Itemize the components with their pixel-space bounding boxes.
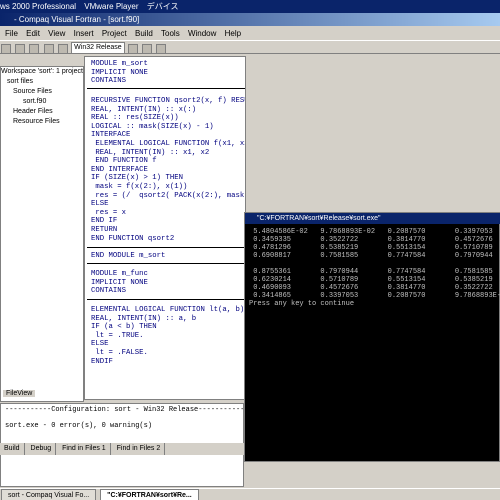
- code-line: CONTAINS: [91, 77, 127, 86]
- code-line: mask = f(x(2:), x(1)): [91, 183, 188, 191]
- project-node[interactable]: sort files: [1, 77, 83, 87]
- copy-icon[interactable]: [57, 44, 68, 54]
- code-line: CONTAINS: [91, 287, 127, 296]
- menu-tools[interactable]: Tools: [161, 29, 180, 38]
- code-line: res = (/ qsort2( PACK(x(2:), mask), f ),…: [95, 191, 245, 200]
- menu-file[interactable]: File: [5, 29, 18, 38]
- menu-help[interactable]: Help: [225, 29, 241, 38]
- tab-find-in-files-2[interactable]: Find in Files 2: [113, 443, 166, 455]
- toolbar: Win32 Release: [0, 40, 500, 54]
- separator: [87, 247, 245, 248]
- code-line: ELSE: [91, 340, 109, 349]
- console-line: 0.4690093 0.4572676 0.3814770 0.3522722: [249, 284, 493, 292]
- run-icon[interactable]: [156, 44, 167, 54]
- code-line: LOGICAL :: mask(SIZE(x) - 1): [91, 122, 214, 131]
- console-window[interactable]: "C:¥FORTRAN¥sort¥Release¥sort.exe" 5.480…: [244, 212, 500, 462]
- file-sort-f90[interactable]: sort.f90: [1, 97, 83, 107]
- source-files-node[interactable]: Source Files: [1, 87, 83, 97]
- new-icon[interactable]: [1, 44, 11, 54]
- menu-project[interactable]: Project: [102, 29, 127, 38]
- code-line: IF (a < b) THEN: [91, 323, 157, 332]
- menu-window[interactable]: Window: [188, 29, 216, 38]
- console-line: 0.3414865 0.3397053 0.2087570 9.7868893E…: [249, 292, 500, 300]
- code-line: ENDIF: [91, 357, 113, 366]
- menu-view[interactable]: View: [48, 29, 65, 38]
- code-line: lt = .FALSE.: [91, 349, 148, 357]
- console-line: 0.4781296 0.5385219 0.5513154 0.5710789: [249, 244, 493, 252]
- workspace-tree: Workspace 'sort': 1 project sort files S…: [0, 66, 84, 402]
- taskbar-item-compaq[interactable]: sort - Compaq Visual Fo...: [1, 489, 97, 500]
- workspace-root[interactable]: Workspace 'sort': 1 project: [1, 67, 83, 77]
- code-line: END MODULE m_sort: [91, 252, 166, 260]
- output-tabs: Build Debug Find in Files 1 Find in File…: [0, 443, 244, 455]
- window-title: - Compaq Visual Fortran - [sort.f90]: [14, 15, 140, 24]
- code-line: IMPLICIT NONE: [91, 68, 148, 77]
- code-line: REAL, INTENT(IN) :: a, b: [91, 314, 197, 323]
- code-line: END IF: [91, 217, 118, 226]
- console-line: 0.6230214 0.5710789 0.5513154 0.5385219: [249, 276, 493, 284]
- build-icon[interactable]: [142, 44, 153, 54]
- menu-build[interactable]: Build: [135, 29, 153, 38]
- code-editor[interactable]: MODULE m_sort IMPLICIT NONE CONTAINS REC…: [84, 56, 246, 400]
- vm-os-label: ws 2000 Professional: [0, 2, 77, 11]
- vm-device-menu[interactable]: デバイス: [147, 2, 179, 11]
- code-line: ELEMENTAL LOGICAL FUNCTION f(x1, x2): [91, 140, 246, 148]
- console-title: "C:¥FORTRAN¥sort¥Release¥sort.exe": [245, 213, 500, 224]
- tab-debug[interactable]: Debug: [27, 443, 57, 455]
- menu-insert[interactable]: Insert: [74, 29, 94, 38]
- code-line: REAL, INTENT(IN) :: x(:): [91, 105, 197, 114]
- output-line: -----------Configuration: sort - Win32 R…: [5, 406, 244, 414]
- code-line: RECURSIVE FUNCTION qsort2(x, f) RESULT(r…: [91, 97, 245, 105]
- separator: [87, 299, 245, 300]
- code-line: IF (SIZE(x) > 1) THEN: [91, 174, 183, 183]
- vmware-bar: ws 2000 Professional VMware Player デバイス: [0, 0, 500, 13]
- code-line: MODULE m_sort: [91, 60, 148, 68]
- code-line: lt = .TRUE.: [91, 331, 144, 340]
- tab-build[interactable]: Build: [0, 443, 25, 455]
- compile-icon[interactable]: [127, 44, 138, 54]
- console-line: 0.6908817 0.7581585 0.7747584 0.7970944: [249, 252, 493, 260]
- code-line: RETURN: [91, 226, 118, 234]
- header-files-node[interactable]: Header Files: [1, 107, 83, 117]
- fileview-tab[interactable]: FileView: [3, 390, 36, 397]
- separator: [87, 88, 245, 89]
- window-titlebar: - Compaq Visual Fortran - [sort.f90]: [0, 13, 500, 26]
- resource-files-node[interactable]: Resource Files: [1, 117, 83, 127]
- taskbar-item-console[interactable]: "C:¥FORTRAN¥sort¥Re...: [100, 489, 199, 500]
- code-line: END FUNCTION qsort2: [91, 234, 175, 243]
- separator: [87, 263, 245, 264]
- code-line: ELSE: [91, 200, 109, 209]
- code-line: END FUNCTION f: [91, 157, 157, 166]
- code-line: REAL, INTENT(IN) :: x1, x2: [91, 148, 210, 157]
- output-line: sort.exe - 0 error(s), 0 warning(s): [5, 422, 153, 430]
- save-icon[interactable]: [29, 44, 40, 54]
- console-line: 0.8755361 0.7970944 0.7747584 0.7581585: [249, 268, 493, 276]
- code-line: MODULE m_func: [91, 270, 148, 278]
- code-line: ELEMENTAL LOGICAL FUNCTION lt(a, b): [91, 306, 245, 314]
- menu-edit[interactable]: Edit: [26, 29, 40, 38]
- cut-icon[interactable]: [43, 44, 54, 54]
- console-line: 5.4804586E-02 9.7868893E-02 0.2087570 0.…: [249, 228, 493, 236]
- menu-bar: File Edit View Insert Project Build Tool…: [0, 27, 500, 40]
- open-icon[interactable]: [15, 44, 26, 54]
- code-line: INTERFACE: [91, 131, 131, 140]
- config-select[interactable]: Win32 Release: [71, 42, 125, 54]
- console-line: Press any key to continue: [249, 300, 355, 308]
- code-line: REAL :: res(SIZE(x)): [91, 114, 179, 123]
- console-line: 0.3459335 0.3522722 0.3814770 0.4572676: [249, 236, 493, 244]
- code-line: res = x: [91, 208, 127, 217]
- tab-find-in-files-1[interactable]: Find in Files 1: [58, 443, 111, 455]
- vm-player-menu[interactable]: VMware Player: [84, 2, 138, 11]
- code-line: END INTERFACE: [91, 165, 148, 174]
- code-line: IMPLICIT NONE: [91, 278, 148, 287]
- taskbar: sort - Compaq Visual Fo... "C:¥FORTRAN¥s…: [0, 488, 500, 500]
